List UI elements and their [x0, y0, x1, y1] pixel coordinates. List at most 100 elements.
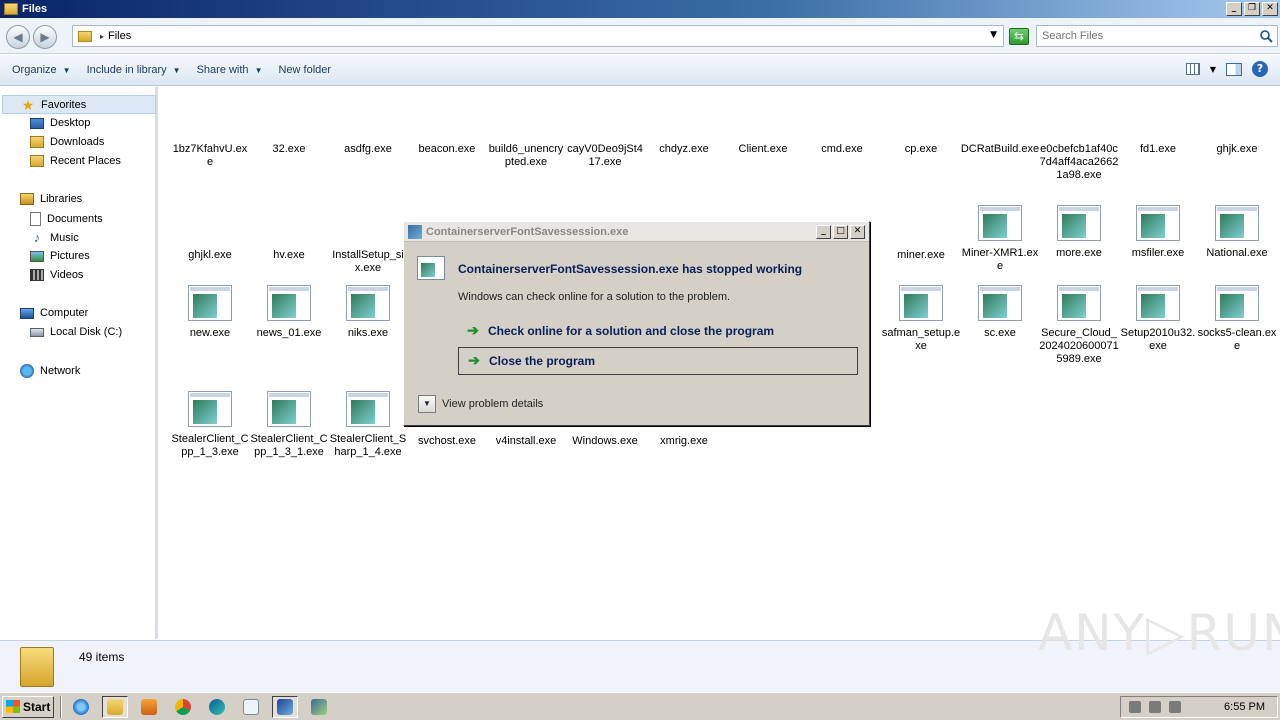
file-item[interactable]: Setup2010u32.exe	[1118, 285, 1198, 353]
green-arrow-icon: ➔	[467, 322, 479, 338]
nav-documents[interactable]: Documents	[30, 212, 103, 226]
clock[interactable]: 6:55 PM	[1224, 701, 1265, 713]
file-item[interactable]: InstallSetup_six.exe	[328, 249, 408, 275]
new-folder-button[interactable]: New folder	[278, 64, 331, 76]
file-item[interactable]: fd1.exe	[1118, 143, 1198, 156]
file-item[interactable]: Client.exe	[723, 143, 803, 156]
window-taskbar-button[interactable]	[238, 696, 264, 718]
file-item[interactable]: Miner-XMR1.exe	[960, 205, 1040, 273]
file-item[interactable]: cp.exe	[881, 143, 961, 156]
close-button[interactable]: ✕	[1262, 2, 1278, 16]
file-item[interactable]: asdfg.exe	[328, 143, 408, 156]
nav-pictures[interactable]: Pictures	[30, 250, 90, 262]
internet-explorer-icon[interactable]	[68, 696, 94, 718]
file-name: Setup2010u32.exe	[1120, 327, 1196, 352]
speaker-icon[interactable]	[1129, 701, 1141, 713]
file-item[interactable]: ghjk.exe	[1197, 143, 1277, 156]
file-item[interactable]: v4install.exe	[486, 435, 566, 448]
file-name: asdfg.exe	[344, 143, 392, 155]
include-in-library-menu[interactable]: Include in library ▼	[87, 64, 181, 76]
edge-icon[interactable]	[204, 696, 230, 718]
file-name: hv.exe	[273, 249, 305, 261]
file-item[interactable]: 1bz7KfahvU.exe	[170, 143, 250, 169]
file-item[interactable]: build6_unencrypted.exe	[486, 143, 566, 169]
file-item[interactable]: safman_setup.exe	[881, 285, 961, 353]
close-button[interactable]: ✕	[850, 225, 865, 239]
chrome-icon[interactable]	[170, 696, 196, 718]
file-item[interactable]: StealerClient_Cpp_1_3.exe	[170, 391, 250, 459]
network-tray-icon[interactable]	[1149, 701, 1161, 713]
forward-button[interactable]: ▶	[33, 25, 57, 49]
nav-network[interactable]: Network	[20, 364, 80, 378]
chevron-down-icon: ▼	[62, 65, 71, 75]
nav-downloads[interactable]: Downloads	[30, 136, 104, 148]
refresh-button[interactable]: ⇆	[1009, 28, 1029, 45]
nav-music[interactable]: ♪ Music	[30, 231, 79, 245]
file-item[interactable]: hv.exe	[249, 249, 329, 262]
check-online-option[interactable]: ➔ Check online for a solution and close …	[458, 317, 858, 345]
nav-libraries[interactable]: Libraries	[20, 193, 82, 205]
view-details-toggle[interactable]: ▼ View problem details	[418, 395, 543, 413]
file-item[interactable]: chdyz.exe	[644, 143, 724, 156]
maximize-button[interactable]: □	[833, 225, 848, 239]
search-icon[interactable]	[1259, 29, 1273, 43]
explorer-taskbar-button[interactable]	[102, 695, 128, 718]
nav-label: Favorites	[41, 98, 87, 111]
file-item[interactable]: ghjkl.exe	[170, 249, 250, 262]
dialog-titlebar[interactable]: ContainerserverFontSavessession.exe _ □ …	[404, 222, 869, 242]
file-item[interactable]: xmrig.exe	[644, 435, 724, 448]
file-item[interactable]: StealerClient_Cpp_1_3_1.exe	[249, 391, 329, 459]
file-item[interactable]: sc.exe	[960, 285, 1040, 340]
change-view-icon[interactable]	[1185, 63, 1200, 75]
file-item[interactable]: socks5-clean.exe	[1197, 285, 1277, 353]
window-titlebar[interactable]: Files _ ❐ ✕	[0, 0, 1280, 18]
nav-computer[interactable]: Computer	[20, 307, 88, 319]
file-item[interactable]: 32.exe	[249, 143, 329, 156]
back-button[interactable]: ◀	[6, 25, 30, 49]
search-input[interactable]	[1042, 30, 1252, 42]
application-icon	[1057, 205, 1101, 241]
chevron-down-icon[interactable]: ▼	[990, 30, 997, 40]
error-dialog-taskbar-button[interactable]	[306, 696, 332, 718]
nav-favorites[interactable]: ★ Favorites	[2, 95, 156, 114]
search-box[interactable]	[1036, 25, 1278, 47]
preview-pane-icon[interactable]	[1226, 62, 1242, 76]
maximize-button[interactable]: ❐	[1244, 2, 1260, 16]
file-item[interactable]: new.exe	[170, 285, 250, 340]
nav-desktop[interactable]: Desktop	[30, 117, 90, 129]
media-player-icon[interactable]	[136, 696, 162, 718]
file-item[interactable]: svchost.exe	[407, 435, 487, 448]
file-item[interactable]: more.exe	[1039, 205, 1119, 260]
file-item[interactable]: DCRatBuild.exe	[960, 143, 1040, 156]
file-name: StealerClient_Cpp_1_3_1.exe	[250, 433, 328, 458]
file-item[interactable]: cmd.exe	[802, 143, 882, 156]
breadcrumb-files[interactable]: Files	[108, 30, 131, 42]
file-item[interactable]: beacon.exe	[407, 143, 487, 156]
file-item[interactable]: msfiler.exe	[1118, 205, 1198, 260]
minimize-button[interactable]: _	[816, 225, 831, 239]
nav-local-disk[interactable]: Local Disk (C:)	[30, 326, 122, 338]
share-with-menu[interactable]: Share with ▼	[197, 64, 263, 76]
nav-videos[interactable]: Videos	[30, 269, 83, 281]
file-item[interactable]: National.exe	[1197, 205, 1277, 260]
nav-recent-places[interactable]: Recent Places	[30, 155, 121, 167]
app-taskbar-button[interactable]	[272, 695, 298, 718]
organize-menu[interactable]: Organize ▼	[12, 64, 71, 76]
file-item[interactable]: cayV0Deo9jSt417.exe	[565, 143, 645, 169]
file-item[interactable]: news_01.exe	[249, 285, 329, 340]
start-button[interactable]: Start	[2, 695, 54, 718]
file-item[interactable]: Windows.exe	[565, 435, 645, 448]
help-icon[interactable]: ?	[1252, 61, 1268, 77]
file-item[interactable]: StealerClient_Sharp_1_4.exe	[328, 391, 408, 459]
address-bar[interactable]: ▸ Files ▼	[72, 25, 1004, 47]
file-item[interactable]: miner.exe	[881, 249, 961, 262]
file-item[interactable]: Secure_Cloud_20240206000715989.exe	[1039, 285, 1119, 366]
minimize-button[interactable]: _	[1226, 2, 1242, 16]
file-item[interactable]: e0cbefcb1af40c7d4aff4aca26621a98.exe	[1039, 143, 1119, 182]
chevron-down-icon[interactable]: ▼	[418, 395, 436, 413]
action-center-flag-icon[interactable]	[1169, 701, 1181, 713]
chevron-down-icon[interactable]: ▼	[1210, 65, 1216, 74]
breadcrumb-arrow-icon[interactable]: ▸	[100, 32, 104, 41]
close-program-option[interactable]: ➔ Close the program	[458, 347, 858, 375]
file-item[interactable]: niks.exe	[328, 285, 408, 340]
